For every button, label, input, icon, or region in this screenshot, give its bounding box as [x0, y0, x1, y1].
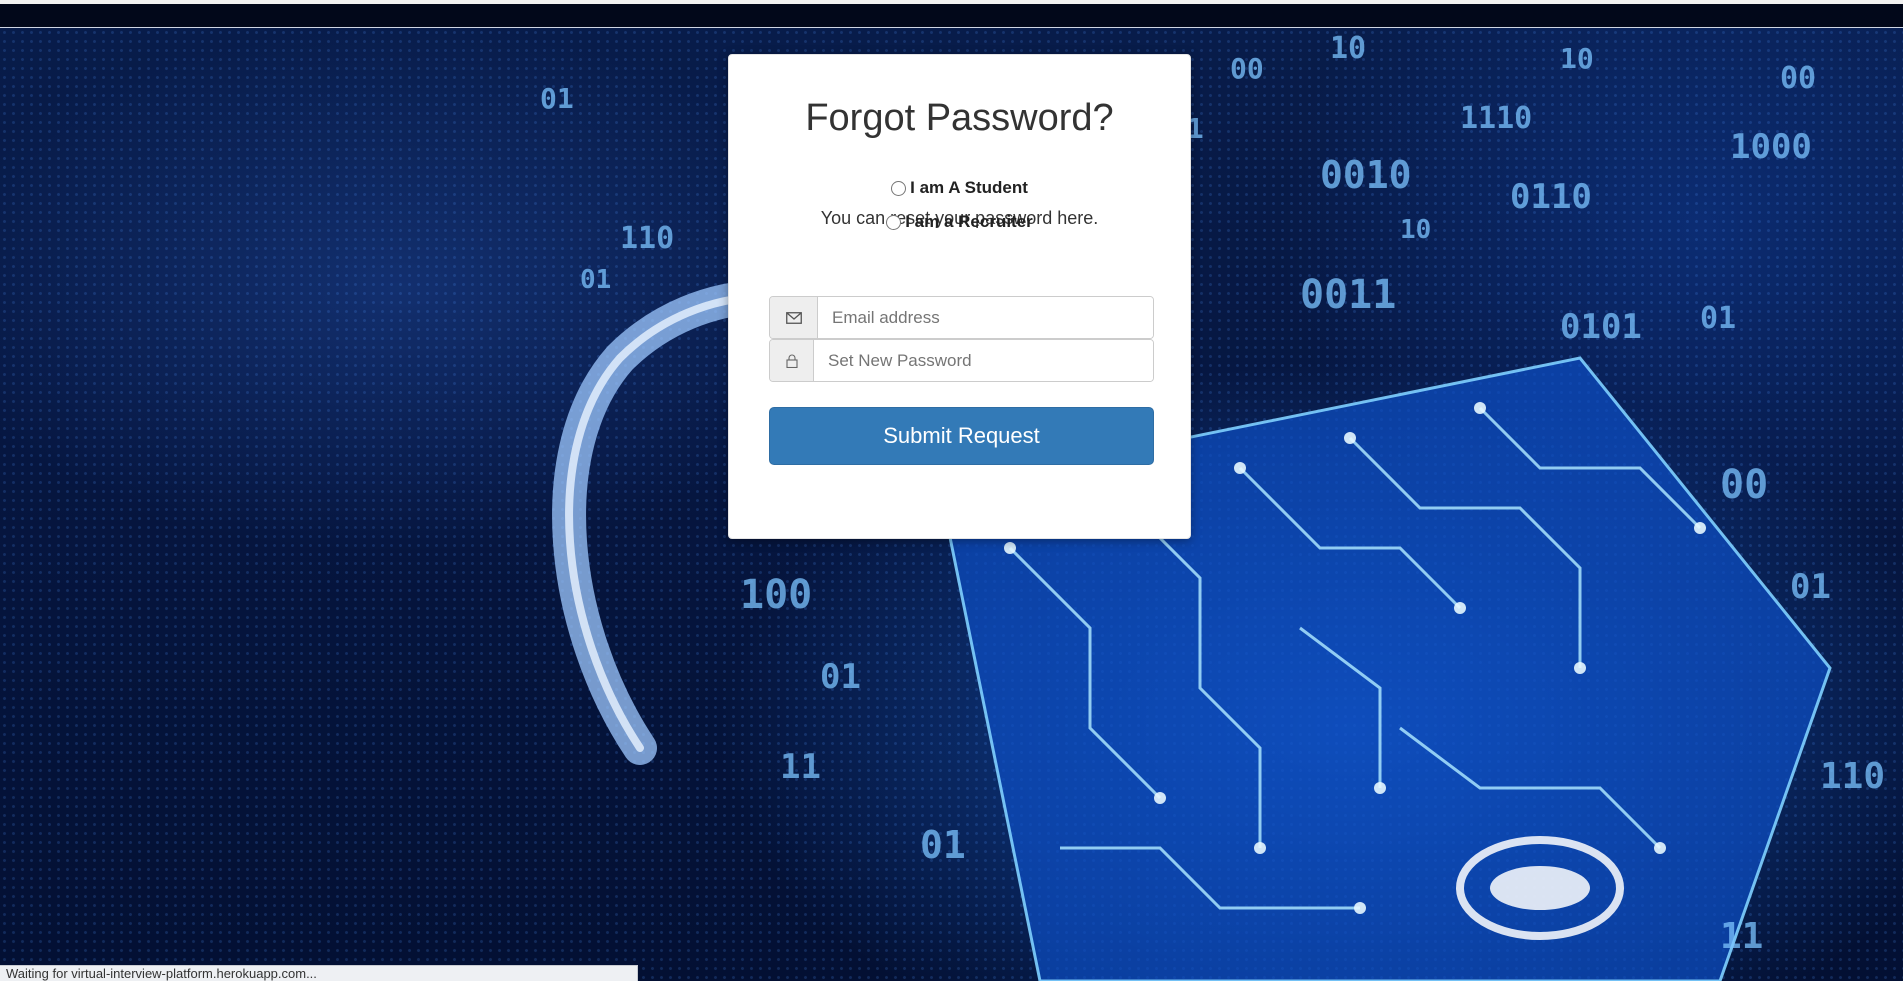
new-password-field[interactable] [814, 340, 1153, 381]
svg-text:10: 10 [1330, 31, 1366, 66]
lock-icon [785, 354, 798, 368]
student-radio[interactable] [891, 180, 907, 196]
student-radio-label: I am A Student [910, 178, 1028, 197]
svg-text:0010: 0010 [1320, 153, 1412, 197]
envelope-icon [785, 311, 802, 324]
recruiter-radio[interactable] [886, 214, 902, 230]
svg-text:00: 00 [1780, 61, 1816, 96]
svg-text:110: 110 [1820, 756, 1885, 797]
role-option-student[interactable]: I am A Student [729, 178, 1190, 198]
svg-text:01: 01 [1700, 301, 1736, 336]
forgot-password-card: Forgot Password? You can reset your pass… [728, 54, 1191, 539]
svg-text:0101: 0101 [1560, 307, 1642, 347]
svg-text:11: 11 [780, 747, 821, 787]
svg-text:00: 00 [1230, 52, 1264, 85]
svg-text:10: 10 [1400, 215, 1431, 245]
email-addon [770, 297, 818, 338]
submit-request-button[interactable]: Submit Request [769, 407, 1154, 465]
email-field[interactable] [818, 297, 1153, 338]
svg-text:01: 01 [1790, 567, 1831, 607]
svg-text:0011: 0011 [1300, 272, 1396, 318]
recruiter-radio-label: I am a Recruiter [905, 212, 1033, 231]
browser-top-strip [0, 0, 1903, 28]
page-title: Forgot Password? [805, 97, 1114, 139]
svg-text:10: 10 [1560, 42, 1594, 75]
svg-text:0110: 0110 [1510, 177, 1592, 217]
svg-text:1110: 1110 [1460, 101, 1532, 136]
svg-text:11: 11 [1720, 916, 1763, 957]
svg-text:100: 100 [740, 572, 812, 618]
email-input-group [769, 296, 1154, 339]
svg-text:00: 00 [1720, 462, 1768, 508]
svg-text:01: 01 [920, 823, 966, 867]
role-option-recruiter[interactable]: I am a Recruiter [729, 212, 1190, 232]
password-addon [770, 340, 814, 381]
svg-text:01: 01 [540, 82, 574, 115]
svg-text:110: 110 [620, 221, 674, 256]
password-input-group [769, 339, 1154, 382]
svg-text:01: 01 [820, 657, 861, 697]
browser-status-bar: Waiting for virtual-interview-platform.h… [0, 965, 638, 981]
svg-text:1000: 1000 [1730, 127, 1812, 167]
svg-text:01: 01 [580, 265, 611, 295]
